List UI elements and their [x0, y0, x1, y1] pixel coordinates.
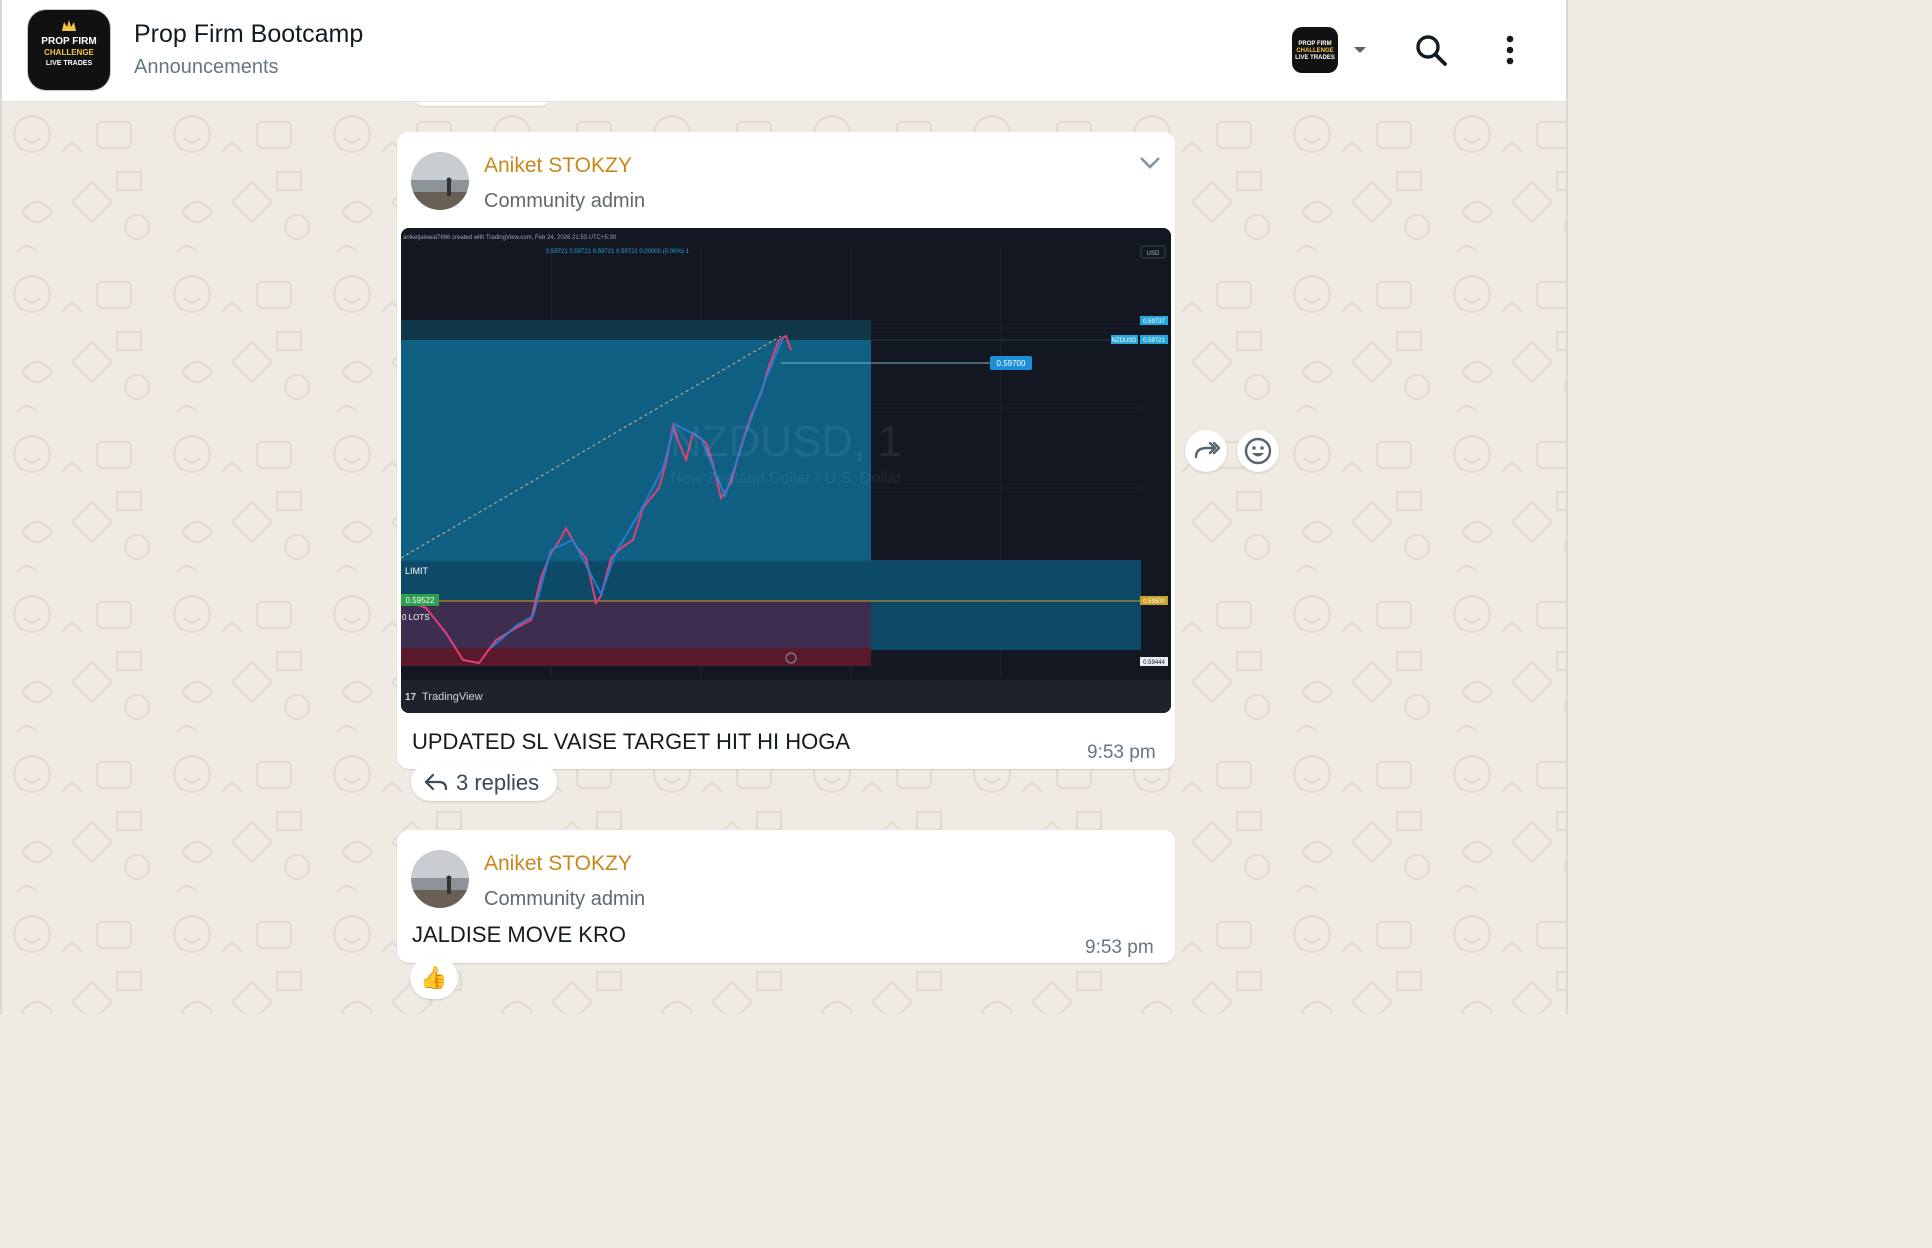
- message-bubble[interactable]: Aniket STOKZY Community admin NZDUSD, 1 …: [397, 132, 1175, 769]
- message-text: JALDISE MOVE KRO: [412, 922, 626, 947]
- sender-role: Community admin: [484, 888, 646, 910]
- axis-symbol-tag: NZDUSD: [1112, 338, 1138, 344]
- previous-message-stub: [412, 102, 552, 106]
- chart-ohlc-line: 0.59721 0.59721 0.59721 0.59721 0.00000 …: [546, 249, 689, 255]
- message-time: 9:53 pm: [1085, 937, 1154, 958]
- lots-label: 0 LOTS: [402, 613, 430, 622]
- tradingview-chart: NZDUSD, 1 New Zealand Dollar / U.S. Doll…: [401, 228, 1171, 713]
- forward-icon: [1194, 441, 1221, 459]
- reply-icon: [424, 773, 448, 791]
- chat-header: PROP FIRM CHALLENGE LIVE TRADES Prop Fir…: [0, 0, 1568, 102]
- message-bubble[interactable]: Aniket STOKZY Community admin JALDISE MO…: [397, 830, 1175, 963]
- group-name[interactable]: Prop Firm Bootcamp: [134, 20, 363, 49]
- logo-line-2: CHALLENGE: [44, 48, 94, 57]
- community-switcher-avatar[interactable]: PROP FIRM CHALLENGE LIVE TRADES: [1292, 27, 1338, 73]
- chart-header-line: aniketjaiswal7666 created with TradingVi…: [403, 235, 617, 241]
- view-replies-button[interactable]: 3 replies: [411, 763, 557, 801]
- replies-count: 3 replies: [456, 770, 540, 795]
- chart-watermark-name: New Zealand Dollar / U.S. Dollar: [670, 470, 902, 487]
- chevron-down-icon[interactable]: [1137, 152, 1163, 172]
- chart-watermark-symbol: NZDUSD, 1: [670, 417, 902, 466]
- logo-line-3: LIVE TRADES: [45, 60, 93, 67]
- axis-entry-price: 0.59500: [1143, 599, 1165, 605]
- crown-icon: [62, 20, 76, 31]
- message-text: UPDATED SL VAISE TARGET HIT HI HOGA: [412, 729, 851, 754]
- group-logo-text: PROP FIRM CHALLENGE LIVE TRADES: [28, 36, 110, 69]
- axis-stop-price: 0.59444: [1143, 660, 1165, 666]
- limit-label: LIMIT: [405, 566, 429, 576]
- sender-avatar[interactable]: [411, 152, 469, 210]
- thumbs-up-icon[interactable]: 👍: [410, 957, 458, 999]
- sender-name[interactable]: Aniket STOKZY: [484, 852, 632, 876]
- emoji-icon: [1244, 437, 1272, 465]
- group-avatar[interactable]: PROP FIRM CHALLENGE LIVE TRADES: [28, 10, 110, 90]
- more-vertical-icon[interactable]: [1496, 33, 1524, 69]
- caret-down-icon[interactable]: [1350, 40, 1370, 60]
- target-price-label: 0.59700: [997, 359, 1026, 368]
- sender-role: Community admin: [484, 190, 646, 212]
- entry-price-label: 0.59522: [406, 596, 435, 605]
- channel-name[interactable]: Announcements: [134, 56, 279, 79]
- axis-symbol-price: 0.59721: [1143, 338, 1165, 344]
- tradingview-logo: 17: [405, 692, 417, 703]
- axis-price-top: 0.59737: [1143, 319, 1165, 325]
- search-icon[interactable]: [1412, 31, 1450, 69]
- forward-button[interactable]: [1185, 430, 1227, 472]
- chat-area[interactable]: Aniket STOKZY Community admin NZDUSD, 1 …: [0, 102, 1568, 1014]
- react-button[interactable]: [1237, 430, 1279, 472]
- sender-avatar[interactable]: [411, 850, 469, 908]
- chart-image[interactable]: NZDUSD, 1 New Zealand Dollar / U.S. Doll…: [401, 228, 1171, 713]
- message-time: 9:53 pm: [1087, 742, 1156, 763]
- tradingview-brand: TradingView: [422, 691, 483, 703]
- sender-name[interactable]: Aniket STOKZY: [484, 154, 632, 178]
- mini-logo-text: PROP FIRM CHALLENGE LIVE TRADES: [1295, 41, 1335, 61]
- chart-currency: USD: [1147, 251, 1160, 257]
- logo-line-1: PROP FIRM: [41, 36, 97, 47]
